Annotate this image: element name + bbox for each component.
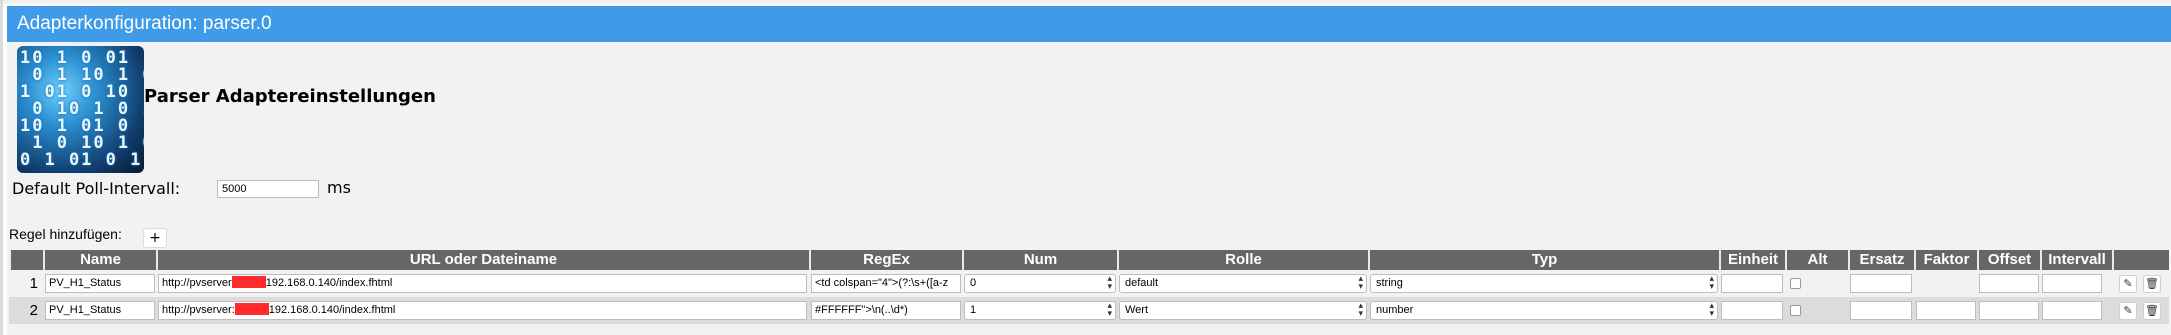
typ-select[interactable]: string ▴ ▾ [1370, 274, 1718, 293]
poll-interval-input[interactable]: 5000 [217, 180, 319, 198]
row-index: 2 [29, 302, 38, 319]
url-prefix: http://pvserver: [162, 304, 235, 316]
column-header-regex: RegEx [809, 250, 962, 270]
column-header-typ: Typ [1368, 250, 1719, 270]
intervall-input[interactable] [2042, 274, 2102, 293]
column-header-num: Num [962, 250, 1117, 270]
offset-input[interactable] [1979, 274, 2039, 293]
edit-pencil-icon[interactable]: ✎ [2119, 302, 2137, 320]
column-header-intervall: Intervall [2040, 250, 2112, 270]
offset-input[interactable] [1979, 301, 2039, 320]
rolle-select[interactable]: Wert ▴ ▾ [1119, 301, 1367, 320]
ersatz-input[interactable] [1850, 301, 1912, 320]
rules-table: Name URL oder Dateiname RegEx Num Rolle … [9, 250, 2169, 324]
rolle-value: Wert [1125, 304, 1149, 316]
edit-pencil-icon[interactable]: ✎ [2119, 275, 2137, 293]
num-value: 0 [970, 277, 977, 289]
ersatz-input[interactable] [1850, 274, 1912, 293]
redaction-mark [234, 303, 269, 315]
url-suffix: 192.168.0.140/index.fhtml [268, 304, 396, 316]
table-row: 1 PV_H1_Status http://pvserver 192.168.0.… [9, 270, 2169, 297]
select-arrows-icon: ▴ ▾ [1358, 274, 1363, 292]
add-rule-button[interactable]: + [143, 228, 167, 248]
select-arrows-icon: ▴ ▾ [1709, 301, 1714, 319]
stepper-arrows-icon[interactable]: ▴ ▾ [1107, 275, 1112, 292]
select-arrows-icon: ▴ ▾ [1358, 301, 1363, 319]
column-header-url: URL oder Dateiname [156, 250, 809, 270]
select-arrows-icon: ▴ ▾ [1709, 274, 1714, 292]
trash-icon[interactable]: 🗑 [2143, 275, 2161, 293]
typ-value: number [1376, 304, 1414, 316]
redaction-mark [231, 276, 266, 288]
column-header-faktor: Faktor [1914, 250, 1977, 270]
alt-checkbox[interactable] [1790, 305, 1801, 316]
outer-left-border [0, 0, 3, 335]
regex-input[interactable]: <td colspan="4">(?:\s+([a-z [811, 274, 961, 293]
url-prefix: http://pvserver [162, 277, 232, 289]
column-header-index [9, 250, 43, 270]
add-rule-label: Regel hinzufügen: [9, 226, 122, 242]
column-header-name: Name [43, 250, 156, 270]
trash-icon[interactable]: 🗑 [2143, 302, 2161, 320]
poll-interval-label: Default Poll-Intervall: [12, 179, 181, 198]
column-header-offset: Offset [1977, 250, 2040, 270]
column-header-einheit: Einheit [1719, 250, 1785, 270]
outer-top-border [0, 0, 2171, 4]
stepper-arrows-icon[interactable]: ▴ ▾ [1107, 302, 1112, 319]
num-stepper[interactable]: 1 ▴ ▾ [964, 301, 1116, 320]
einheit-input[interactable] [1721, 301, 1783, 320]
page-title: Parser Adaptereinstellungen [144, 86, 436, 107]
typ-select[interactable]: number ▴ ▾ [1370, 301, 1718, 320]
row-index: 1 [29, 275, 38, 292]
poll-interval-unit: ms [327, 178, 351, 197]
window-title: Adapterkonfiguration: parser.0 [7, 6, 2171, 42]
alt-checkbox[interactable] [1790, 278, 1801, 289]
einheit-input[interactable] [1721, 274, 1783, 293]
num-stepper[interactable]: 0 ▴ ▾ [964, 274, 1116, 293]
num-value: 1 [970, 304, 977, 316]
name-input[interactable]: PV_H1_Status [45, 301, 155, 320]
name-input[interactable]: PV_H1_Status [45, 274, 155, 293]
binary-digits-logo-icon: 10 1 0 01 0 1 10 1 0 1 01 0 10 0 10 1 0 … [17, 46, 144, 173]
faktor-input[interactable] [1916, 301, 1976, 320]
adapter-settings-panel: 10 1 0 01 0 1 10 1 0 1 01 0 10 0 10 1 0 … [7, 42, 2171, 335]
regex-input[interactable]: #FFFFFF">\n(..\d*) [811, 301, 961, 320]
rolle-value: default [1125, 277, 1159, 289]
rules-table-header: Name URL oder Dateiname RegEx Num Rolle … [9, 250, 2169, 270]
table-row: 2 PV_H1_Status http://pvserver: 192.168.0… [9, 297, 2169, 324]
column-header-rolle: Rolle [1117, 250, 1368, 270]
url-input[interactable]: http://pvserver 192.168.0.140/index.fhtml [158, 274, 807, 293]
typ-value: string [1376, 277, 1403, 289]
column-header-alt: Alt [1785, 250, 1848, 270]
url-input[interactable]: http://pvserver: 192.168.0.140/index.fhtm… [158, 301, 807, 320]
intervall-input[interactable] [2042, 301, 2102, 320]
url-suffix: 192.168.0.140/index.fhtml [265, 277, 393, 289]
rolle-select[interactable]: default ▴ ▾ [1119, 274, 1367, 293]
column-header-ersatz: Ersatz [1848, 250, 1914, 270]
column-header-actions [2112, 250, 2169, 270]
